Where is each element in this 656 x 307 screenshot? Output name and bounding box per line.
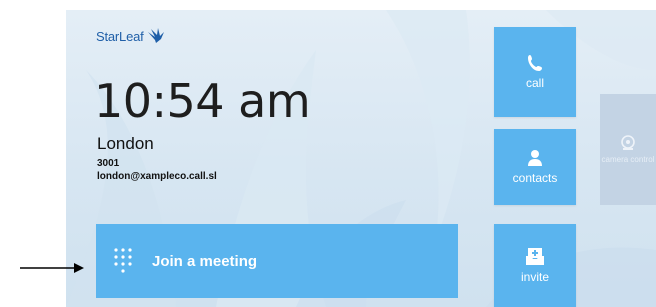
camera-control-label: camera control — [601, 154, 655, 164]
invite-label: invite — [520, 269, 549, 284]
pointer-arrow-icon — [20, 263, 84, 273]
call-label: call — [525, 76, 544, 90]
join-meeting-label: Join a meeting — [152, 252, 258, 270]
contacts-label: contacts — [512, 171, 558, 185]
extension-number: 3001 — [97, 158, 120, 169]
home-screen: StarLeaf 10:54 am London 3001 london@xam… — [66, 10, 656, 307]
phone-icon — [528, 55, 542, 71]
join-meeting-button[interactable]: Join a meeting — [96, 224, 458, 298]
dialpad-icon — [114, 248, 132, 273]
camera-control-button[interactable]: camera control — [600, 94, 656, 205]
starleaf-logo: StarLeaf — [96, 26, 165, 46]
clock-time: 10:54 am — [94, 74, 311, 128]
call-button[interactable]: call — [494, 27, 576, 117]
invite-button[interactable]: invite — [494, 224, 576, 307]
person-icon — [528, 150, 542, 166]
location-name: London — [97, 134, 154, 153]
contacts-button[interactable]: contacts — [494, 129, 576, 205]
sip-address: london@xampleco.call.sl — [97, 171, 217, 182]
inbox-plus-icon — [526, 247, 544, 265]
camera-icon — [621, 134, 635, 150]
starleaf-bird-icon — [147, 28, 164, 43]
brand-name: StarLeaf — [96, 28, 144, 44]
